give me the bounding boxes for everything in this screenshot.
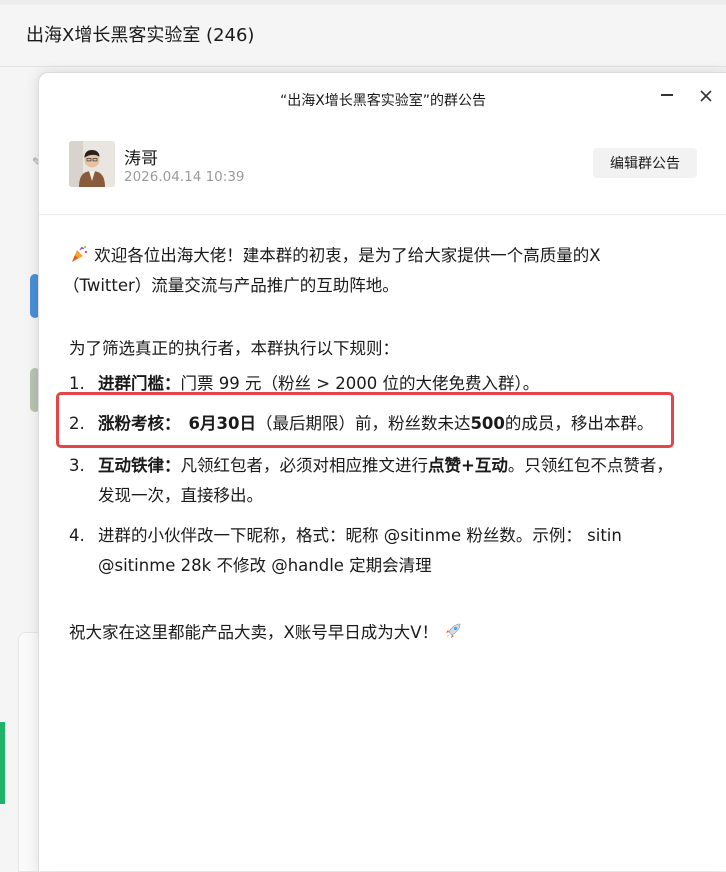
rule-title: 进群门槛： xyxy=(98,374,181,393)
rule-4: 4. 进群的小伙伴改一下昵称，格式：昵称 @sitinme 粉丝数。示例： sit… xyxy=(69,524,622,548)
intro-text-1: 欢迎各位出海大佬！建本群的初衷，是为了给大家提供一个高质量的X xyxy=(94,246,601,265)
rule-text: 门票 99 元（粉丝 > 2000 位的大佬免费入群）。 xyxy=(180,374,540,393)
closing-line: 祝大家在这里都能产品大卖，X账号早日成为大V！ xyxy=(69,621,463,648)
close-icon xyxy=(700,90,712,102)
chat-header: 出海X增长黑客实验室 (246) xyxy=(0,0,726,67)
edit-announcement-button[interactable]: 编辑群公告 xyxy=(593,148,697,178)
rocket-icon xyxy=(443,621,463,648)
rule-3-line-2: 发现一次，直接移出。 xyxy=(98,486,263,505)
close-button[interactable] xyxy=(695,85,717,107)
background-green-bar xyxy=(0,722,5,804)
rule-title: 互动铁律： xyxy=(98,456,181,475)
post-timestamp: 2026.04.14 10:39 xyxy=(124,169,245,185)
rule-number: 4. xyxy=(69,526,85,545)
rule-highlight-box xyxy=(56,392,674,448)
author-name: 涛哥 xyxy=(124,149,158,169)
rule-number: 3. xyxy=(69,456,85,475)
rule-text: 进群的小伙伴改一下昵称，格式：昵称 @sitinme 粉丝数。示例： sitin xyxy=(98,526,622,545)
header-divider xyxy=(39,214,726,215)
dialog-title: “出海X增长黑客实验室”的群公告 xyxy=(279,93,487,109)
intro-line-2: （Twitter）流量交流与产品推广的互助阵地。 xyxy=(63,276,399,295)
author-row: 涛哥 2026.04.14 10:39 编辑群公告 xyxy=(69,141,697,191)
title-strip xyxy=(0,0,726,5)
minimize-button[interactable] xyxy=(657,85,677,105)
rule-text-b: 。只领红包不点赞者， xyxy=(507,456,673,475)
party-popper-icon xyxy=(69,244,89,271)
closing-text: 祝大家在这里都能产品大卖，X账号早日成为大V！ xyxy=(69,623,439,642)
rule-4-line-2: @sitinme 28k 不修改 @handle 定期会清理 xyxy=(98,556,432,575)
group-announcement-dialog: “出海X增长黑客实验室”的群公告 涛哥 2026.04.14 10:39 编辑群… xyxy=(38,72,726,871)
minimize-icon xyxy=(661,94,673,96)
rules-intro: 为了筛选真正的执行者，本群执行以下规则： xyxy=(69,339,399,358)
chat-title: 出海X增长黑客实验室 (246) xyxy=(26,25,255,46)
author-avatar[interactable] xyxy=(69,141,115,187)
background-message-card xyxy=(18,632,39,872)
rule-3: 3. 互动铁律：凡领红包者，必须对相应推文进行点赞+互动。只领红包不点赞者， xyxy=(69,454,673,478)
rule-text-a: 凡领红包者，必须对相应推文进行 xyxy=(180,456,429,475)
intro-line-1: 欢迎各位出海大佬！建本群的初衷，是为了给大家提供一个高质量的X xyxy=(69,244,601,271)
rule-emphasis: 点赞+互动 xyxy=(428,456,508,475)
